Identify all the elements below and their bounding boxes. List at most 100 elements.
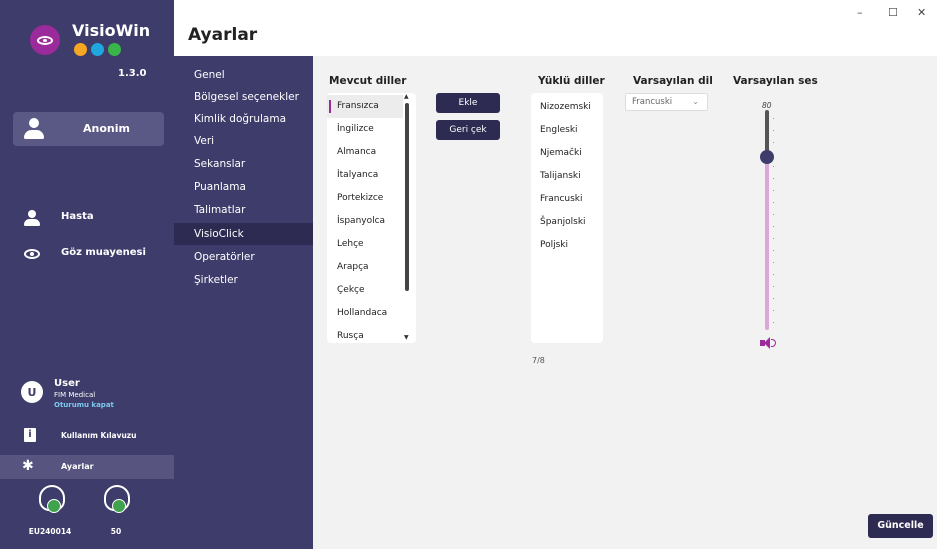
connected-badge-icon (47, 499, 61, 513)
volume-tick (773, 262, 774, 263)
minimize-button[interactable]: – (857, 6, 863, 19)
app-name: VisioWin (72, 21, 151, 40)
spirometry-dot-icon (108, 43, 121, 56)
close-button[interactable]: ✕ (917, 6, 926, 19)
volume-tick (773, 118, 774, 119)
brand-dots (74, 43, 121, 56)
volume-tick (773, 142, 774, 143)
list-item[interactable]: Arapça (327, 256, 403, 279)
maximize-button[interactable]: ☐ (888, 6, 898, 19)
sidebar-item-label: Göz muayenesi (61, 247, 146, 258)
settings-nav-item-companies[interactable]: Şirketler (174, 269, 313, 291)
visiowin-logo-icon (30, 25, 60, 55)
settings-nav-item-sequences[interactable]: Sekanslar (174, 153, 313, 175)
avatar: U (21, 381, 43, 403)
sidebar-item-label: Hasta (61, 211, 94, 222)
list-item[interactable]: Fransızca (327, 95, 403, 118)
settings-nav-item-operators[interactable]: Operatörler (174, 246, 313, 268)
list-item[interactable]: Španjolski (540, 217, 586, 227)
settings-nav-item-data[interactable]: Veri (174, 130, 313, 152)
volume-tick (773, 226, 774, 227)
settings-nav-item-visioclick[interactable]: VisioClick (174, 223, 313, 245)
installed-languages-label: Yüklü diller (538, 75, 605, 87)
installed-count: 7/8 (532, 356, 545, 365)
device-status: EU240014 50 (0, 485, 174, 549)
scrollbar-thumb[interactable] (405, 103, 409, 291)
speaker-icon (760, 337, 776, 349)
list-item[interactable]: Njemački (540, 148, 582, 158)
list-item[interactable]: Almanca (327, 141, 403, 164)
installed-languages-list[interactable]: Nizozemski Engleski Njemački Talijanski … (531, 93, 603, 343)
volume-tick (773, 322, 774, 323)
page-title: Ayarlar (188, 25, 258, 45)
remove-language-button[interactable]: Geri çek (436, 120, 500, 140)
hearing-dot-icon (74, 43, 87, 56)
add-language-button[interactable]: Ekle (436, 93, 500, 113)
person-icon (24, 210, 40, 226)
volume-tick (773, 238, 774, 239)
device-caption: 50 (110, 527, 122, 536)
list-item[interactable]: Engleski (540, 125, 578, 135)
eye-icon (24, 246, 40, 262)
list-item[interactable]: Talijanski (540, 171, 581, 181)
user-guide-label: Kullanım Kılavuzu (61, 431, 137, 440)
list-item[interactable]: İspanyolca (327, 210, 403, 233)
logout-link[interactable]: Oturumu kapat (54, 401, 114, 409)
volume-tick (773, 190, 774, 191)
volume-tick (773, 166, 774, 167)
settings-label: Ayarlar (61, 462, 94, 471)
list-item[interactable]: Rusça (327, 325, 403, 343)
list-item[interactable]: Poljski (540, 240, 568, 250)
settings-nav-item-authentication[interactable]: Kimlik doğrulama (174, 108, 313, 130)
volume-tick (773, 298, 774, 299)
default-volume-label: Varsayılan ses (733, 75, 818, 87)
settings-button[interactable]: ✱ Ayarlar (0, 455, 174, 479)
list-item[interactable]: Nizozemski (540, 102, 591, 112)
default-language-select[interactable]: Francuski ⌄ (625, 93, 708, 111)
list-item[interactable]: İngilizce (327, 118, 403, 141)
device-visiotest[interactable]: EU240014 (21, 485, 81, 545)
volume-slider-fill[interactable] (765, 157, 769, 330)
volume-tick (773, 310, 774, 311)
default-language-label: Varsayılan dil (633, 75, 713, 87)
volume-slider-handle[interactable] (760, 150, 774, 164)
list-item[interactable]: Lehçe (327, 233, 403, 256)
available-languages-list[interactable]: Fransızca İngilizce Almanca İtalyanca Po… (327, 93, 416, 343)
user-guide-button[interactable]: i Kullanım Kılavuzu (0, 426, 174, 448)
app-sidebar: VisioWin 1.3.0 Anonim Hasta Göz muayenes… (0, 0, 174, 549)
settings-nav-item-instructions[interactable]: Talimatlar (174, 199, 313, 221)
list-item[interactable]: Portekizce (327, 187, 403, 210)
volume-tick (773, 202, 774, 203)
available-languages-label: Mevcut diller (329, 75, 407, 87)
app-version: 1.3.0 (118, 68, 147, 79)
device-caption: EU240014 (28, 527, 72, 536)
settings-nav: Genel Bölgesel seçenekler Kimlik doğrula… (174, 56, 313, 549)
volume-tick (773, 286, 774, 287)
default-language-value: Francuski (632, 97, 673, 107)
list-item[interactable]: Çekçe (327, 279, 403, 302)
sidebar-item-eye-exam[interactable]: Göz muayenesi (0, 241, 174, 267)
scroll-up-arrow-icon[interactable]: ▲ (404, 93, 409, 100)
volume-tick (773, 178, 774, 179)
settings-nav-item-general[interactable]: Genel (174, 64, 313, 86)
scroll-down-arrow-icon[interactable]: ▼ (404, 334, 409, 341)
anonymous-patient-button[interactable]: Anonim (13, 112, 164, 146)
anonymous-label: Anonim (83, 122, 130, 135)
volume-value: 80 (762, 101, 772, 110)
settings-nav-item-regional[interactable]: Bölgesel seçenekler (174, 86, 313, 108)
device-headset[interactable]: 50 (86, 485, 146, 545)
person-icon (24, 118, 44, 140)
list-item[interactable]: Francuski (540, 194, 583, 204)
list-item[interactable]: Hollandaca (327, 302, 403, 325)
settings-nav-item-scoring[interactable]: Puanlama (174, 176, 313, 198)
user-panel: U User FIM Medical Oturumu kapat (13, 378, 163, 418)
volume-tick (773, 214, 774, 215)
user-company: FIM Medical (54, 391, 96, 399)
gear-icon: ✱ (22, 458, 34, 474)
chevron-down-icon: ⌄ (692, 97, 699, 106)
info-icon: i (24, 428, 36, 442)
volume-tick (773, 274, 774, 275)
list-item[interactable]: İtalyanca (327, 164, 403, 187)
sidebar-item-patient[interactable]: Hasta (0, 205, 174, 231)
update-button[interactable]: Güncelle (868, 514, 933, 538)
